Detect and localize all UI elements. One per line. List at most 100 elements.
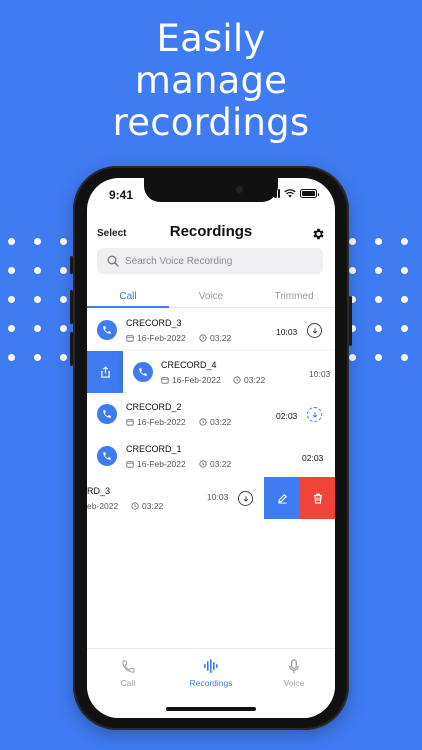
calendar-icon [161, 377, 169, 384]
decorative-dot [401, 325, 408, 332]
decorative-dot [401, 238, 408, 245]
nav-call[interactable]: Call [87, 658, 169, 688]
decorative-dot [34, 267, 41, 274]
search-bar[interactable] [97, 248, 323, 274]
clock-icon [199, 460, 207, 468]
home-indicator [166, 707, 256, 711]
decorative-dot [34, 325, 41, 332]
nav-voice-label: Voice [283, 678, 305, 688]
decorative-dot [375, 296, 382, 303]
decorative-dot [401, 354, 408, 361]
recording-time: 02:03 [302, 453, 324, 463]
download-icon[interactable] [238, 491, 253, 506]
phone-icon [87, 658, 169, 674]
decorative-dot [60, 354, 67, 361]
decorative-dot [349, 238, 356, 245]
recording-date: 16-Feb-2022 [126, 417, 186, 427]
clock-icon [233, 376, 241, 384]
list-item[interactable]: CRECORD_4 16-Feb-2022 03:22 10:03 [87, 351, 335, 393]
download-icon[interactable] [307, 323, 322, 338]
clock-icon [199, 418, 207, 426]
select-button[interactable]: Select [97, 228, 126, 239]
recording-name: RD_3 [87, 486, 111, 496]
recording-name: CRECORD_2 [126, 402, 182, 412]
recording-time: 10:03 [276, 327, 298, 337]
recording-name: CRECORD_4 [161, 360, 217, 370]
decorative-dots-right [349, 238, 409, 368]
gear-icon[interactable] [311, 227, 325, 241]
app-header: Select Recordings [87, 222, 335, 246]
bottom-nav: Call Recordings Voice [87, 648, 335, 718]
share-button[interactable] [87, 351, 123, 393]
recording-time: 10:03 [309, 369, 331, 379]
decorative-dot [375, 354, 382, 361]
downloading-icon[interactable] [307, 407, 322, 422]
recording-duration: 03:22 [131, 501, 163, 511]
recording-name: CRECORD_1 [126, 444, 182, 454]
search-input[interactable] [125, 248, 315, 274]
status-time: 9:41 [109, 188, 134, 202]
phone-screen: 9:41 Select Recordings Search Voice Reco… [87, 178, 335, 718]
clock-icon [199, 334, 207, 342]
wifi-icon [284, 189, 296, 198]
tab-active-indicator [87, 306, 169, 308]
phone-frame: 9:41 Select Recordings Search Voice Reco… [70, 166, 352, 730]
search-icon [107, 255, 119, 267]
decorative-dot [60, 238, 67, 245]
decorative-dot [34, 238, 41, 245]
clock-icon [131, 502, 139, 510]
status-bar: 9:41 [109, 188, 319, 202]
list-item[interactable]: RD_3 eb-2022 03:22 10:03 [87, 477, 335, 519]
phone-icon [97, 404, 117, 424]
delete-button[interactable] [300, 477, 335, 519]
decorative-dot [401, 296, 408, 303]
decorative-dot [349, 354, 356, 361]
calendar-icon [126, 335, 134, 342]
nav-recordings[interactable]: Recordings [170, 658, 252, 688]
headline-line-2: manage [134, 59, 288, 102]
share-icon [100, 366, 110, 378]
recording-duration: 03:22 [199, 459, 231, 469]
calendar-icon [126, 461, 134, 468]
recording-duration: 03:22 [233, 375, 265, 385]
recording-date: 16-Feb-2022 [161, 375, 221, 385]
decorative-dot [8, 267, 15, 274]
nav-call-label: Call [120, 678, 136, 688]
tab-bar: Call Voice Trimmed [87, 286, 335, 308]
decorative-dot [60, 296, 67, 303]
tab-voice[interactable]: Voice [170, 291, 252, 302]
decorative-dot [34, 296, 41, 303]
trash-icon [313, 493, 322, 504]
list-item[interactable]: CRECORD_3 16-Feb-2022 03:22 10:03 [87, 309, 335, 351]
signal-icon [267, 189, 280, 198]
tab-trimmed[interactable]: Trimmed [253, 291, 335, 302]
nav-voice[interactable]: Voice [253, 658, 335, 688]
phone-icon [97, 320, 117, 340]
tab-call[interactable]: Call [87, 291, 169, 302]
decorative-dot [8, 325, 15, 332]
decorative-dot [8, 238, 15, 245]
list-item[interactable]: CRECORD_2 16-Feb-2022 03:22 02:03 [87, 393, 335, 435]
recording-duration: 03:22 [199, 333, 231, 343]
calendar-icon [126, 419, 134, 426]
decorative-dot [60, 325, 67, 332]
decorative-dot [401, 267, 408, 274]
edit-icon [277, 493, 287, 504]
decorative-dot [375, 238, 382, 245]
recording-date: eb-2022 [87, 501, 119, 511]
recording-time: 10:03 [207, 492, 229, 502]
decorative-dot [34, 354, 41, 361]
decorative-dots-left [8, 238, 68, 368]
decorative-dot [349, 267, 356, 274]
recording-name: CRECORD_3 [126, 318, 182, 328]
battery-icon [300, 189, 319, 198]
decorative-dot [60, 267, 67, 274]
decorative-dot [8, 296, 15, 303]
recording-time: 02:03 [276, 411, 298, 421]
headline-line-3: recordings [112, 101, 310, 144]
recording-date: 16-Feb-2022 [126, 333, 186, 343]
decorative-dot [8, 354, 15, 361]
list-item[interactable]: CRECORD_1 16-Feb-2022 03:22 02:03 [87, 435, 335, 477]
headline-line-1: Easily [156, 17, 266, 60]
edit-button[interactable] [264, 477, 300, 519]
